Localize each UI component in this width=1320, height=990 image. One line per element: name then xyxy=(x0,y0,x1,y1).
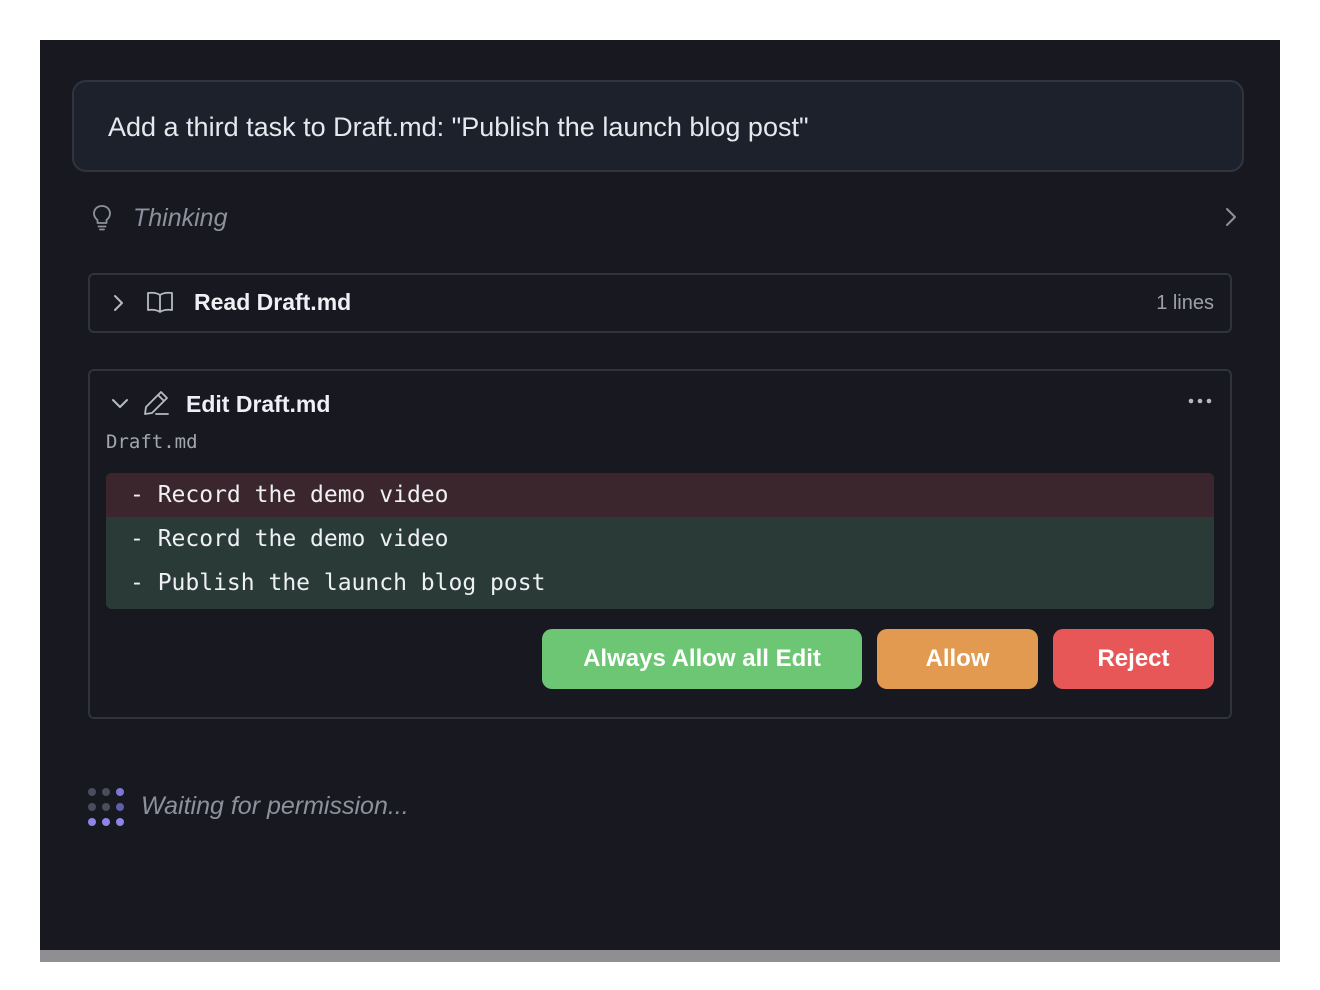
book-open-icon xyxy=(147,291,173,313)
pencil-icon xyxy=(144,391,169,415)
diff-view: - Record the demo video - Record the dem… xyxy=(106,473,1214,609)
more-horizontal-icon[interactable] xyxy=(1188,397,1212,405)
read-tool-card[interactable]: Read Draft.md 1 lines xyxy=(88,273,1232,333)
chevron-right-icon[interactable] xyxy=(1224,206,1238,228)
thinking-label: Thinking xyxy=(133,204,228,232)
diff-line-added: - Record the demo video xyxy=(106,517,1214,561)
agent-panel: Add a third task to Draft.md: "Publish t… xyxy=(40,40,1280,950)
window-bottom-edge xyxy=(40,950,1280,962)
user-prompt-bubble: Add a third task to Draft.md: "Publish t… xyxy=(72,80,1244,172)
read-tool-line-count: 1 lines xyxy=(1156,292,1214,314)
status-text: Waiting for permission... xyxy=(141,792,409,820)
allow-button[interactable]: Allow xyxy=(877,629,1038,689)
permission-status: Waiting for permission... xyxy=(86,784,586,834)
edit-tool-title: Edit Draft.md xyxy=(186,391,331,417)
lightbulb-icon xyxy=(93,205,111,231)
edit-tool-card: Edit Draft.md Draft.md - Record the demo… xyxy=(88,369,1232,719)
reject-button[interactable]: Reject xyxy=(1053,629,1214,689)
user-prompt-text: Add a third task to Draft.md: "Publish t… xyxy=(108,112,809,142)
loading-dots-icon xyxy=(86,786,126,828)
chevron-right-icon[interactable] xyxy=(112,293,126,313)
thinking-toggle[interactable]: Thinking xyxy=(88,198,1238,238)
chevron-down-icon[interactable] xyxy=(110,397,130,411)
read-tool-title: Read Draft.md xyxy=(194,289,352,315)
always-allow-button[interactable]: Always Allow all Edit xyxy=(542,629,862,689)
diff-line-removed: - Record the demo video xyxy=(106,473,1214,517)
diff-line-added: - Publish the launch blog post xyxy=(106,561,1214,605)
diff-file-path: Draft.md xyxy=(106,431,198,453)
